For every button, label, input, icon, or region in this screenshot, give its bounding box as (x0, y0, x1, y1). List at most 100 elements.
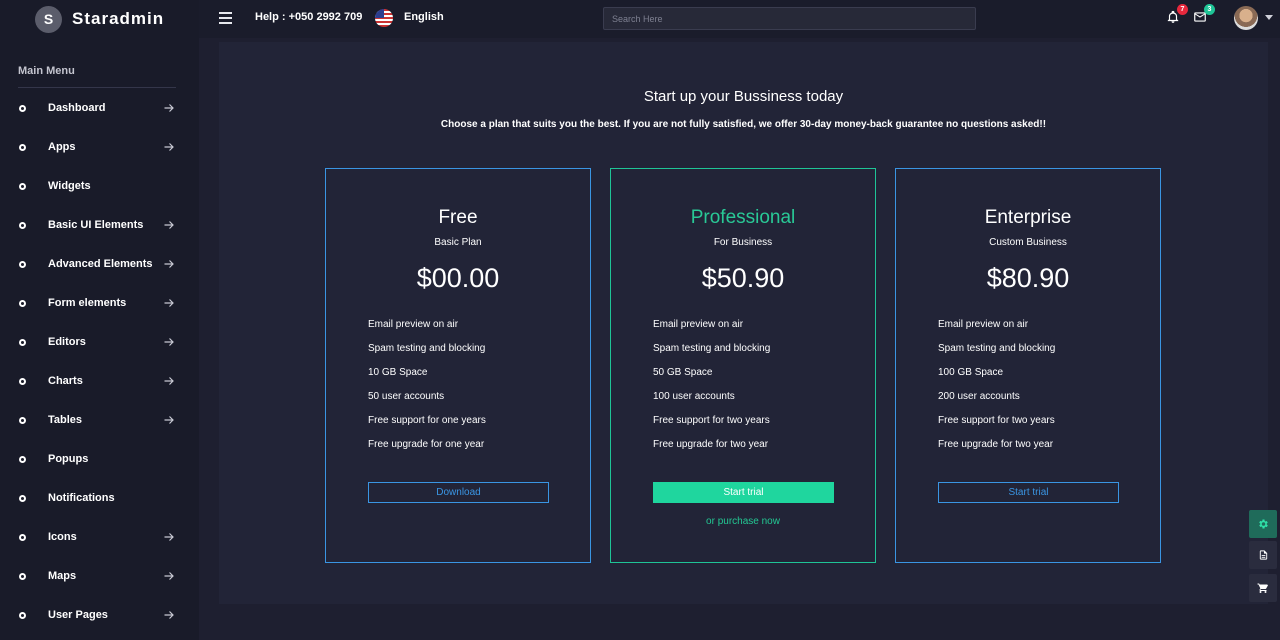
arrow-right-icon (164, 611, 174, 619)
sidebar-item-dashboard[interactable]: Dashboard (0, 93, 199, 123)
start-trial-button[interactable]: Start trial (653, 482, 834, 503)
sidebar-item-user-pages[interactable]: User Pages (0, 600, 199, 630)
purchase-button[interactable] (1249, 574, 1277, 602)
feature-item: Email preview on air (653, 319, 744, 330)
sidebar: Main Menu Dashboard Apps Widgets Basic U… (0, 38, 199, 640)
sidebar-title: Main Menu (18, 65, 75, 77)
sidebar-item-maps[interactable]: Maps (0, 561, 199, 591)
purchase-link[interactable]: or purchase now (611, 516, 875, 527)
plan-name: Enterprise (984, 207, 1072, 228)
sidebar-item-tables[interactable]: Tables (0, 405, 199, 435)
arrow-right-icon (164, 377, 174, 385)
feature-item: 10 GB Space (368, 367, 428, 378)
feature-item: Free upgrade for two year (938, 439, 1054, 450)
sidebar-item-popups[interactable]: Popups (0, 444, 199, 474)
arrow-right-icon (164, 533, 174, 541)
top-navbar: S Staradmin Help : +050 2992 709 English… (0, 0, 1280, 38)
chevron-down-icon[interactable] (1265, 15, 1273, 20)
arrow-right-icon (164, 572, 174, 580)
pricing-card-enterprise: Enterprise Custom Business $80.90 Email … (895, 168, 1161, 563)
sidebar-item-icons[interactable]: Icons (0, 522, 199, 552)
plan-subtitle: Basic Plan (434, 237, 482, 248)
circle-icon (19, 260, 26, 268)
page-subtitle: Choose a plan that suits you the best. I… (440, 119, 1047, 130)
language-selector[interactable]: English (404, 11, 444, 23)
start-trial-button[interactable]: Start trial (938, 482, 1119, 503)
plan-price: $80.90 (986, 263, 1070, 293)
circle-icon (19, 416, 26, 424)
arrow-right-icon (164, 104, 174, 112)
arrow-right-icon (164, 338, 174, 346)
feature-item: 200 user accounts (938, 391, 1020, 402)
circle-icon (19, 377, 26, 385)
sidebar-item-label: Advanced Elements (48, 258, 153, 270)
sidebar-item-label: Form elements (48, 297, 127, 309)
help-phone[interactable]: Help : +050 2992 709 (255, 11, 362, 23)
sidebar-item-label: Maps (48, 570, 77, 582)
us-flag-icon[interactable] (375, 9, 393, 27)
messages-button[interactable]: 3 (1193, 4, 1215, 26)
plan-price: $50.90 (701, 263, 785, 293)
circle-icon (19, 221, 26, 229)
circle-icon (19, 455, 26, 463)
plan-price: $00.00 (416, 263, 500, 293)
arrow-right-icon (164, 260, 174, 268)
circle-icon (19, 338, 26, 346)
circle-icon (19, 143, 26, 151)
feature-item: Free upgrade for two year (653, 439, 769, 450)
sidebar-item-label: Charts (48, 375, 83, 387)
circle-icon (19, 182, 26, 190)
plan-name: Professional (690, 207, 796, 228)
plan-subtitle: Custom Business (989, 237, 1067, 248)
notification-badge: 7 (1177, 4, 1188, 15)
sidebar-item-editors[interactable]: Editors (0, 327, 199, 357)
pricing-panel: Start up your Bussiness today Choose a p… (219, 42, 1268, 604)
cart-icon (1257, 583, 1268, 593)
feature-item: Free support for two years (653, 415, 770, 426)
sidebar-item-form-elements[interactable]: Form elements (0, 288, 199, 318)
feature-list: Email preview on air Spam testing and bl… (653, 319, 770, 463)
circle-icon (19, 299, 26, 307)
brand-logo: S (35, 5, 62, 33)
sidebar-item-label: Dashboard (48, 102, 106, 114)
feature-item: 100 user accounts (653, 391, 735, 402)
sidebar-item-widgets[interactable]: Widgets (0, 171, 199, 201)
documentation-button[interactable] (1249, 541, 1277, 569)
circle-icon (19, 611, 26, 619)
arrow-right-icon (164, 143, 174, 151)
sidebar-item-label: User Pages (48, 609, 108, 621)
circle-icon (19, 104, 26, 112)
feature-item: 100 GB Space (938, 367, 1004, 378)
settings-button[interactable] (1249, 510, 1277, 538)
search-input[interactable] (603, 7, 976, 30)
avatar[interactable] (1234, 6, 1258, 30)
sidebar-item-label: Notifications (48, 492, 115, 504)
sidebar-item-notifications[interactable]: Notifications (0, 483, 199, 513)
download-button[interactable]: Download (368, 482, 549, 503)
arrow-right-icon (164, 416, 174, 424)
sidebar-item-apps[interactable]: Apps (0, 132, 199, 162)
hamburger-icon[interactable] (219, 12, 232, 24)
circle-icon (19, 494, 26, 502)
sidebar-item-label: Basic UI Elements (48, 219, 144, 231)
sidebar-item-basic-ui-elements[interactable]: Basic UI Elements (0, 210, 199, 240)
sidebar-item-label: Icons (48, 531, 77, 543)
plan-name: Free (438, 207, 478, 228)
feature-list: Email preview on air Spam testing and bl… (938, 319, 1055, 463)
sidebar-item-label: Popups (48, 453, 89, 465)
feature-item: 50 GB Space (653, 367, 713, 378)
feature-item: Email preview on air (368, 319, 459, 330)
sidebar-item-label: Apps (48, 141, 76, 153)
page-title: Start up your Bussiness today (643, 88, 844, 105)
feature-item: Free upgrade for one year (368, 439, 485, 450)
feature-item: Free support for one years (368, 415, 486, 426)
file-icon (1259, 550, 1267, 560)
pricing-card-professional: Professional For Business $50.90 Email p… (610, 168, 876, 563)
brand[interactable]: S Staradmin (0, 0, 199, 38)
mail-badge: 3 (1204, 4, 1215, 15)
feature-item: Spam testing and blocking (938, 343, 1056, 354)
sidebar-item-charts[interactable]: Charts (0, 366, 199, 396)
sidebar-item-advanced-elements[interactable]: Advanced Elements (0, 249, 199, 279)
arrow-right-icon (164, 299, 174, 307)
notifications-button[interactable]: 7 (1166, 4, 1188, 26)
